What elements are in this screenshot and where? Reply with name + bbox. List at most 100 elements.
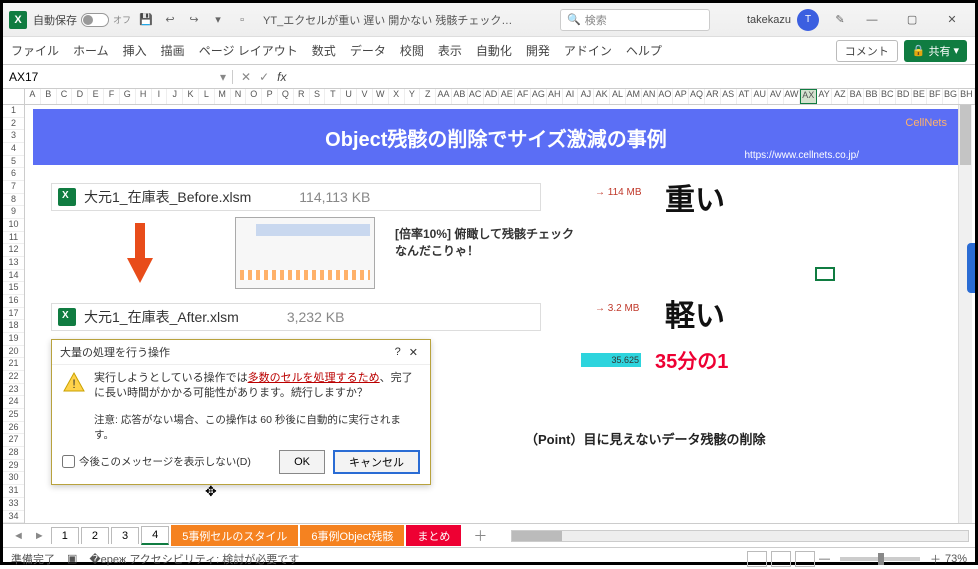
toggle-off-icon[interactable] [81, 13, 109, 27]
column-header-AV[interactable]: AV [768, 89, 784, 104]
column-header-AD[interactable]: AD [484, 89, 500, 104]
row-header-33[interactable]: 33 [3, 498, 24, 511]
column-header-X[interactable]: X [389, 89, 405, 104]
autosave-toggle[interactable]: 自動保存 オフ [33, 12, 131, 28]
sheet-tab-1[interactable]: 1 [51, 527, 79, 544]
column-header-AN[interactable]: AN [642, 89, 658, 104]
zoom-slider[interactable] [840, 557, 920, 561]
column-header-AQ[interactable]: AQ [689, 89, 705, 104]
row-header-18[interactable]: 18 [3, 320, 24, 333]
column-header-G[interactable]: G [120, 89, 136, 104]
side-panel-handle[interactable] [967, 243, 975, 293]
column-header-AT[interactable]: AT [737, 89, 753, 104]
row-header-22[interactable]: 22 [3, 371, 24, 384]
accessibility-status[interactable]: �ереж アクセシビリティ: 検討が必要です [89, 551, 299, 567]
tab-help[interactable]: ヘルプ [626, 42, 662, 59]
row-header-26[interactable]: 26 [3, 422, 24, 435]
add-sheet-button[interactable]: ＋ [463, 524, 497, 548]
column-header-Q[interactable]: Q [278, 89, 294, 104]
dialog-close-icon[interactable]: ✕ [405, 346, 422, 359]
column-header-O[interactable]: O [246, 89, 262, 104]
row-header-16[interactable]: 16 [3, 295, 24, 308]
column-header-AU[interactable]: AU [752, 89, 768, 104]
tab-draw[interactable]: 描画 [161, 42, 185, 59]
tab-insert[interactable]: 挿入 [123, 42, 147, 59]
undo-icon[interactable]: ↩ [161, 11, 179, 29]
column-header-A[interactable]: A [25, 89, 41, 104]
scrollbar-thumb[interactable] [960, 105, 971, 165]
column-header-AO[interactable]: AO [658, 89, 674, 104]
column-header-AC[interactable]: AC [468, 89, 484, 104]
tab-formulas[interactable]: 数式 [312, 42, 336, 59]
row-header-8[interactable]: 8 [3, 194, 24, 207]
tab-automate[interactable]: 自動化 [476, 42, 512, 59]
select-all-corner[interactable] [3, 89, 25, 104]
tab-review[interactable]: 校閲 [400, 42, 424, 59]
column-header-AM[interactable]: AM [626, 89, 642, 104]
column-header-AG[interactable]: AG [531, 89, 547, 104]
sheet-tab-7[interactable]: まとめ [406, 525, 461, 546]
ok-button[interactable]: OK [279, 450, 325, 474]
tab-file[interactable]: ファイル [11, 42, 59, 59]
qat-more-icon[interactable]: ▾ [209, 11, 227, 29]
comments-button[interactable]: コメント [836, 40, 898, 62]
horizontal-scrollbar[interactable] [511, 530, 969, 542]
row-header-20[interactable]: 20 [3, 346, 24, 359]
column-header-T[interactable]: T [325, 89, 341, 104]
column-header-H[interactable]: H [136, 89, 152, 104]
row-header-12[interactable]: 12 [3, 244, 24, 257]
share-button[interactable]: 🔒 共有 ▾ [904, 40, 967, 62]
row-header-17[interactable]: 17 [3, 308, 24, 321]
sheet-nav-prev-icon[interactable]: ◄ [9, 530, 28, 542]
column-header-C[interactable]: C [57, 89, 73, 104]
column-header-AS[interactable]: AS [721, 89, 737, 104]
column-header-N[interactable]: N [231, 89, 247, 104]
close-button[interactable]: ✕ [935, 7, 969, 33]
row-header-24[interactable]: 24 [3, 396, 24, 409]
minimize-button[interactable]: — [855, 7, 889, 33]
column-header-V[interactable]: V [357, 89, 373, 104]
row-header-7[interactable]: 7 [3, 181, 24, 194]
row-header-31[interactable]: 31 [3, 485, 24, 498]
normal-view-button[interactable] [747, 551, 767, 567]
column-header-E[interactable]: E [88, 89, 104, 104]
column-header-S[interactable]: S [310, 89, 326, 104]
scrollbar-thumb[interactable] [512, 531, 562, 541]
dont-show-checkbox[interactable]: 今後このメッセージを表示しない(D) [62, 454, 251, 469]
column-header-Z[interactable]: Z [420, 89, 436, 104]
column-header-AA[interactable]: AA [436, 89, 452, 104]
tab-view[interactable]: 表示 [438, 42, 462, 59]
row-header-2[interactable]: 2 [3, 118, 24, 131]
column-header-BE[interactable]: BE [912, 89, 928, 104]
column-header-AX[interactable]: AX [800, 89, 817, 104]
row-header-23[interactable]: 23 [3, 384, 24, 397]
redo-icon[interactable]: ↪ [185, 11, 203, 29]
column-header-BA[interactable]: BA [848, 89, 864, 104]
column-header-AK[interactable]: AK [594, 89, 610, 104]
row-header-19[interactable]: 19 [3, 333, 24, 346]
column-header-BD[interactable]: BD [896, 89, 912, 104]
column-header-K[interactable]: K [183, 89, 199, 104]
zoom-out-button[interactable]: — [819, 553, 830, 565]
tab-home[interactable]: ホーム [73, 42, 109, 59]
row-header-9[interactable]: 9 [3, 206, 24, 219]
sheet-tab-2[interactable]: 2 [81, 527, 109, 544]
sheet-tab-3[interactable]: 3 [111, 527, 139, 544]
column-header-M[interactable]: M [215, 89, 231, 104]
row-header-6[interactable]: 6 [3, 168, 24, 181]
column-header-BG[interactable]: BG [943, 89, 959, 104]
column-header-BB[interactable]: BB [864, 89, 880, 104]
row-header-11[interactable]: 11 [3, 232, 24, 245]
worksheet-canvas[interactable]: Object残骸の削除でサイズ激減の事例 CellNets https://ww… [25, 105, 975, 523]
save-icon[interactable]: 💾 [137, 11, 155, 29]
column-header-B[interactable]: B [41, 89, 57, 104]
row-header-5[interactable]: 5 [3, 156, 24, 169]
column-header-R[interactable]: R [294, 89, 310, 104]
tab-developer[interactable]: 開発 [526, 42, 550, 59]
column-header-BF[interactable]: BF [927, 89, 943, 104]
column-header-AR[interactable]: AR [705, 89, 721, 104]
column-header-AL[interactable]: AL [610, 89, 626, 104]
search-input[interactable]: 🔍 検索 [560, 9, 710, 31]
column-header-P[interactable]: P [262, 89, 278, 104]
row-header-28[interactable]: 28 [3, 447, 24, 460]
